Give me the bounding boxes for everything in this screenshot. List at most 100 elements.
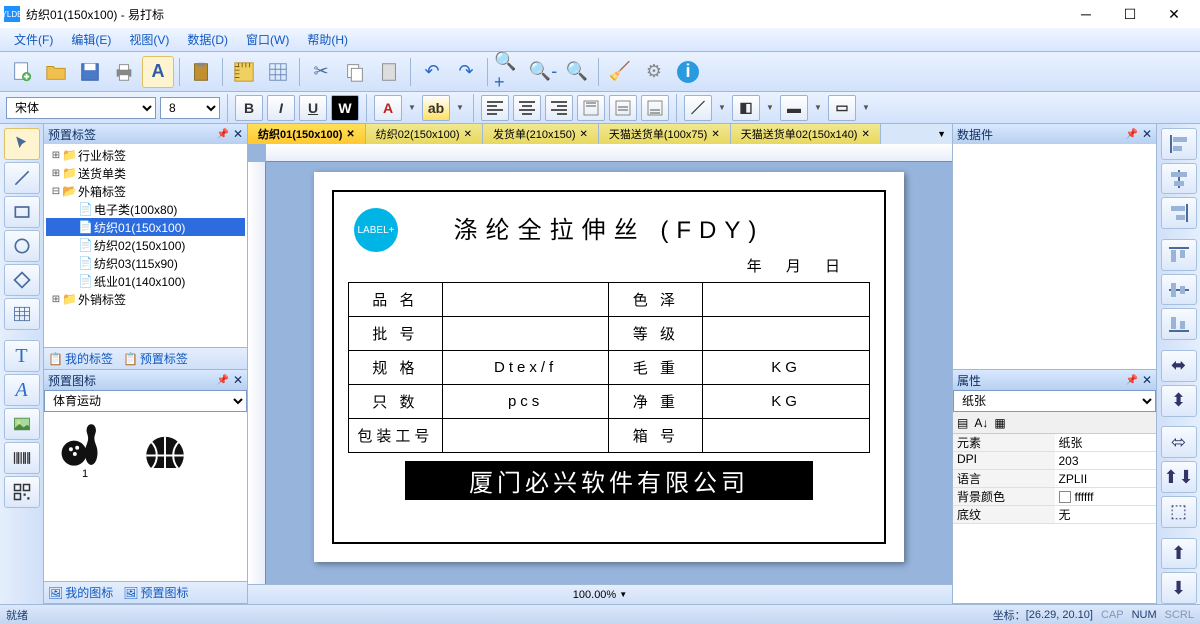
tabs-dropdown-icon[interactable]: ▼ <box>937 129 946 139</box>
highlight-button[interactable]: ab <box>422 95 450 121</box>
icon-basketball[interactable] <box>130 418 200 480</box>
font-size-combo[interactable]: 8 <box>160 97 220 119</box>
close-button[interactable]: ✕ <box>1152 0 1196 28</box>
arttext-tool[interactable]: A <box>4 374 40 406</box>
menu-help[interactable]: 帮助(H) <box>299 29 356 50</box>
dropdown-icon[interactable]: ▼ <box>454 103 466 112</box>
minimize-button[interactable]: ─ <box>1064 0 1108 28</box>
menu-file[interactable]: 文件(F) <box>6 29 61 50</box>
valign-top-button[interactable] <box>577 95 605 121</box>
grid-button[interactable] <box>262 56 294 88</box>
label-table[interactable]: 品 名色 泽 批 号等 级 规 格Dtex/f毛 重KG 只 数pcs净 重KG… <box>348 282 870 453</box>
my-labels-tab[interactable]: 📋我的标签 <box>48 350 113 367</box>
select-text-button[interactable]: A <box>142 56 174 88</box>
icon-bowling[interactable]: 1 <box>50 418 120 480</box>
bold-button[interactable]: B <box>235 95 263 121</box>
new-button[interactable] <box>6 56 38 88</box>
eraser-button[interactable]: ◧ <box>732 95 760 121</box>
close-panel-icon[interactable]: ✕ <box>1142 373 1152 387</box>
dropdown-icon[interactable]: ▼ <box>716 103 728 112</box>
align-top-edges[interactable] <box>1161 239 1197 271</box>
zoom-level[interactable]: 100.00% <box>573 589 616 601</box>
font-color-button[interactable]: A <box>374 95 402 121</box>
text-tool[interactable]: T <box>4 340 40 372</box>
menu-data[interactable]: 数据(D) <box>179 29 236 50</box>
rect-tool[interactable] <box>4 196 40 228</box>
pin-icon[interactable]: 📌 <box>1125 375 1137 386</box>
valign-middle-button[interactable] <box>609 95 637 121</box>
tab-5[interactable]: 天猫送货单02(150x140)✕ <box>731 124 881 144</box>
save-button[interactable] <box>74 56 106 88</box>
label-tree[interactable]: ⊞📁行业标签 ⊞📁送货单类 ⊟📂外箱标签 📄电子类(100x80) 📄纺织01(… <box>44 144 247 310</box>
qrcode-tool[interactable] <box>4 476 40 508</box>
barcode-tool[interactable] <box>4 442 40 474</box>
prop-sort-icon[interactable]: A↓ <box>974 416 988 430</box>
distribute-v[interactable]: ⬍ <box>1161 385 1197 417</box>
close-panel-icon[interactable]: ✕ <box>1142 127 1152 141</box>
tab-1[interactable]: 纺织01(150x100)✕ <box>248 124 366 144</box>
info-button[interactable]: i <box>672 56 704 88</box>
canvas-area[interactable]: LABEL+ 涤纶全拉伸丝 (FDY) 年 月 日 品 名色 泽 批 号等 级 … <box>266 162 952 584</box>
same-size[interactable]: ⬚ <box>1161 496 1197 528</box>
paste-button[interactable] <box>185 56 217 88</box>
label-company[interactable]: 厦门必兴软件有限公司 <box>405 461 812 500</box>
italic-button[interactable]: I <box>267 95 295 121</box>
label-logo[interactable]: LABEL+ <box>354 208 398 252</box>
prop-pages-icon[interactable]: ▦ <box>994 416 1005 430</box>
inverse-button[interactable]: W <box>331 95 359 121</box>
fill-color-button[interactable]: ▭ <box>828 95 856 121</box>
distribute-h[interactable]: ⬌ <box>1161 350 1197 382</box>
zoom-out-button[interactable]: 🔍- <box>527 56 559 88</box>
align-right-button[interactable] <box>545 95 573 121</box>
line-color-button[interactable]: ▬ <box>780 95 808 121</box>
valign-bottom-button[interactable] <box>641 95 669 121</box>
zoom-fit-button[interactable]: 🔍 <box>561 56 593 88</box>
cut-button[interactable]: ✂ <box>305 56 337 88</box>
align-right-edges[interactable] <box>1161 197 1197 229</box>
label-paper[interactable]: LABEL+ 涤纶全拉伸丝 (FDY) 年 月 日 品 名色 泽 批 号等 级 … <box>314 172 904 562</box>
align-left-edges[interactable] <box>1161 128 1197 160</box>
preset-labels-tab[interactable]: 📋预置标签 <box>123 350 188 367</box>
dropdown-icon[interactable]: ▼ <box>764 103 776 112</box>
ruler-button[interactable] <box>228 56 260 88</box>
undo-button[interactable]: ↶ <box>416 56 448 88</box>
property-object-combo[interactable]: 纸张 <box>953 390 1156 412</box>
line-tool[interactable] <box>4 162 40 194</box>
line-style-button[interactable]: ／ <box>684 95 712 121</box>
dropdown-icon[interactable]: ▼ <box>860 103 872 112</box>
align-center-button[interactable] <box>513 95 541 121</box>
my-icons-tab[interactable]: 🖼我的图标 <box>48 584 113 601</box>
tab-3[interactable]: 发货单(210x150)✕ <box>483 124 599 144</box>
bring-front[interactable]: ⬆ <box>1161 538 1197 570</box>
copy-button[interactable] <box>339 56 371 88</box>
same-width[interactable]: ⬄ <box>1161 426 1197 458</box>
underline-button[interactable]: U <box>299 95 327 121</box>
tab-4[interactable]: 天猫送货单(100x75)✕ <box>599 124 731 144</box>
send-back[interactable]: ⬇ <box>1161 572 1197 604</box>
zoom-in-button[interactable]: 🔍+ <box>493 56 525 88</box>
circle-tool[interactable] <box>4 230 40 262</box>
font-family-combo[interactable]: 宋体 <box>6 97 156 119</box>
preset-icons-tab[interactable]: 🖼预置图标 <box>123 584 188 601</box>
color-swatch[interactable] <box>1059 491 1071 503</box>
pin-icon[interactable]: 📌 <box>216 129 228 140</box>
pin-icon[interactable]: 📌 <box>216 375 228 386</box>
dropdown-icon[interactable]: ▼ <box>619 590 627 599</box>
icon-category-combo[interactable]: 体育运动 <box>44 390 247 412</box>
paste2-button[interactable] <box>373 56 405 88</box>
tree-item-selected[interactable]: 📄纺织01(150x100) <box>46 218 245 236</box>
diamond-tool[interactable] <box>4 264 40 296</box>
same-height[interactable]: ⬆⬇ <box>1161 461 1197 493</box>
close-panel-icon[interactable]: ✕ <box>233 127 243 141</box>
pin-icon[interactable]: 📌 <box>1125 129 1137 140</box>
dropdown-icon[interactable]: ▼ <box>812 103 824 112</box>
align-left-button[interactable] <box>481 95 509 121</box>
align-bottom-edges[interactable] <box>1161 308 1197 340</box>
image-tool[interactable] <box>4 408 40 440</box>
settings-button[interactable]: ⚙ <box>638 56 670 88</box>
close-icon[interactable]: ✕ <box>346 129 354 140</box>
table-tool[interactable] <box>4 298 40 330</box>
menu-edit[interactable]: 编辑(E) <box>63 29 119 50</box>
clear-button[interactable]: 🧹 <box>604 56 636 88</box>
tab-2[interactable]: 纺织02(150x100)✕ <box>366 124 483 144</box>
